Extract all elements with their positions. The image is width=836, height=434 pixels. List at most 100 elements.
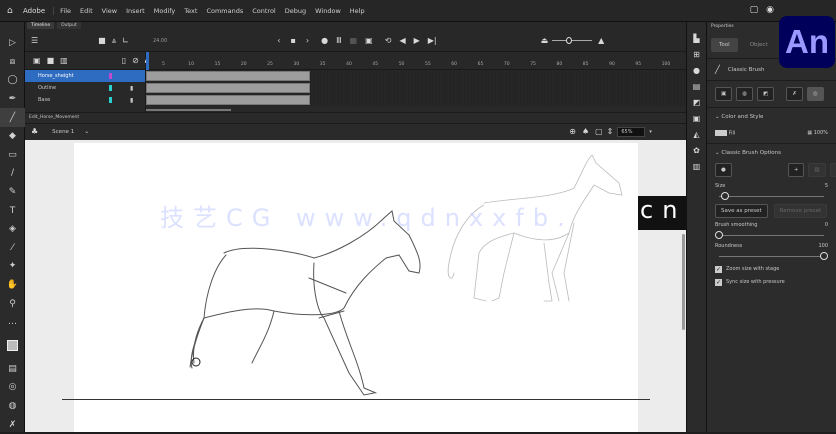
- layer-options-icon[interactable]: ☰: [31, 36, 38, 45]
- hand-tool-icon[interactable]: ✋: [0, 276, 25, 295]
- remove-preset-button[interactable]: Remove preset: [773, 203, 828, 218]
- smoothing-slider[interactable]: [715, 230, 828, 239]
- parenting-icon[interactable]: ∟: [122, 36, 129, 45]
- object-drawing-icon[interactable]: ▤: [0, 360, 25, 379]
- edit-symbols-icon[interactable]: ♠: [582, 127, 589, 136]
- home-icon[interactable]: ⌂: [7, 6, 17, 16]
- layer-row[interactable]: Base ▮: [25, 94, 145, 106]
- visibility-icon[interactable]: ⊘: [132, 56, 139, 65]
- highlight-icon[interactable]: ▯: [122, 56, 126, 65]
- clip-icon[interactable]: ▢: [595, 127, 603, 136]
- step-back-icon[interactable]: ◀: [399, 36, 405, 45]
- line-tool-icon[interactable]: /: [0, 164, 25, 183]
- insert-keyframe-icon[interactable]: ▪: [290, 36, 295, 45]
- object-drawing-button[interactable]: ▣: [715, 87, 733, 101]
- smoothing-icon[interactable]: ◍: [0, 397, 25, 416]
- scene-selector[interactable]: Scene 1: [52, 129, 74, 135]
- roundness-slider[interactable]: [715, 251, 828, 260]
- onion-skin-icon[interactable]: ●: [321, 36, 328, 45]
- zoom-in-timeline-icon[interactable]: ▲: [598, 36, 604, 45]
- brush-shape-button[interactable]: ●: [715, 162, 732, 177]
- components-icon[interactable]: ✿: [693, 146, 700, 155]
- pencil-tool-icon[interactable]: ✎: [0, 183, 25, 202]
- fill-swatch[interactable]: [715, 130, 727, 136]
- zoom-tool-icon[interactable]: ⚲: [0, 294, 25, 313]
- tween-icon[interactable]: ▦: [350, 36, 358, 45]
- brush-options-header[interactable]: ⌄ Classic Brush Options: [715, 150, 828, 156]
- new-folder-icon[interactable]: ■: [47, 56, 55, 65]
- snap-icon[interactable]: ◎: [0, 378, 25, 397]
- more-tools-icon[interactable]: …: [0, 313, 25, 332]
- lasso-tool-icon[interactable]: ◯: [0, 71, 25, 90]
- workspace-icon[interactable]: ▢: [750, 5, 759, 15]
- layer-color-swatch[interactable]: [109, 97, 112, 103]
- tab-output[interactable]: Output: [57, 22, 81, 29]
- layer-name[interactable]: Horse_sheight: [38, 73, 74, 79]
- step-forward-icon[interactable]: ▶|: [428, 36, 437, 45]
- brush-mode-button[interactable]: ◍: [736, 87, 754, 101]
- tab-timeline[interactable]: Timeline: [27, 22, 55, 29]
- center-stage-icon[interactable]: ⊕: [569, 127, 576, 136]
- align-panel-icon[interactable]: ⊞: [693, 50, 700, 59]
- share-icon[interactable]: ◉: [766, 5, 774, 15]
- layer-color-swatch[interactable]: [109, 85, 112, 91]
- menu-view[interactable]: View: [102, 7, 117, 15]
- assets-panel-icon[interactable]: ◩: [693, 98, 701, 107]
- zoom-size-checkbox[interactable]: ✓ Zoom size with stage: [715, 265, 828, 273]
- menu-insert[interactable]: Insert: [126, 7, 145, 15]
- text-tool-icon[interactable]: T: [0, 201, 25, 220]
- color-style-header[interactable]: ⌄ Color and Style: [715, 114, 828, 120]
- add-brush-button[interactable]: +: [787, 162, 805, 177]
- frame-ruler[interactable]: 5 10 15 20 25 30 35 40 45 50 55 60 65 70 75 80 85 90 95 100: [146, 52, 686, 70]
- roundness-value[interactable]: 100: [818, 243, 828, 249]
- layer-row[interactable]: Horse_sheight: [25, 70, 145, 82]
- layer-name[interactable]: Outline: [38, 85, 56, 91]
- size-value[interactable]: 5: [825, 183, 828, 189]
- menu-window[interactable]: Window: [315, 7, 341, 15]
- edit-multiple-frames-icon[interactable]: Ⅲ: [336, 36, 342, 45]
- menu-help[interactable]: Help: [350, 7, 365, 15]
- color-panel-icon[interactable]: ●: [693, 66, 700, 75]
- frame-picker-icon[interactable]: ▥: [693, 162, 701, 171]
- lock-icon[interactable]: ▮: [130, 97, 133, 104]
- document-tab[interactable]: Edit_Horse_Movement: [25, 113, 686, 123]
- selection-tool-icon[interactable]: ▷: [0, 34, 25, 53]
- new-layer-icon[interactable]: ▣: [33, 56, 41, 65]
- menu-control[interactable]: Control: [252, 7, 276, 15]
- timeline-scrollbar[interactable]: [146, 109, 231, 111]
- pressure-button[interactable]: ✗: [786, 87, 803, 101]
- frame-span[interactable]: [146, 83, 310, 93]
- tab-tool[interactable]: Tool: [711, 38, 738, 52]
- loop-icon[interactable]: ⟲: [385, 36, 392, 45]
- properties-panel-icon[interactable]: ▙: [693, 34, 699, 43]
- free-transform-tool-icon[interactable]: ⧈: [0, 53, 25, 72]
- delete-layer-icon[interactable]: ▥: [60, 56, 68, 65]
- next-keyframe-icon[interactable]: ›: [306, 36, 309, 45]
- zoom-dropdown-icon[interactable]: ▾: [649, 129, 652, 135]
- zoom-field[interactable]: 65%: [617, 126, 646, 137]
- prev-keyframe-icon[interactable]: ‹: [277, 36, 280, 45]
- menu-file[interactable]: File: [60, 7, 71, 15]
- fps-display[interactable]: 24.00: [153, 38, 167, 44]
- eraser-tool-icon[interactable]: ◆: [0, 127, 25, 146]
- layer-depth-icon[interactable]: ⩓: [112, 36, 117, 46]
- fill-opacity[interactable]: 100%: [814, 130, 828, 136]
- center-frame-icon[interactable]: ▣: [365, 36, 373, 45]
- zoom-out-timeline-icon[interactable]: ⏏: [541, 36, 549, 45]
- eyedropper-icon[interactable]: ⁄: [0, 239, 25, 258]
- menu-commands[interactable]: Commands: [206, 7, 243, 15]
- rotate-icon[interactable]: ⇕: [607, 127, 614, 136]
- timeline-zoom-slider[interactable]: [552, 37, 593, 44]
- frames-area[interactable]: 5 10 15 20 25 30 35 40 45 50 55 60 65 70 75 80 85 90 95 100: [146, 52, 686, 112]
- edit-brush-button[interactable]: ✎: [829, 162, 836, 177]
- menu-edit[interactable]: Edit: [80, 7, 93, 15]
- brush-tool-icon[interactable]: ╱: [0, 108, 25, 127]
- tab-object[interactable]: Object: [742, 38, 776, 52]
- rectangle-tool-icon[interactable]: ▭: [0, 146, 25, 165]
- paint-bucket-icon[interactable]: ◈: [0, 220, 25, 239]
- lock-icon[interactable]: ▮: [130, 85, 133, 92]
- layer-color-swatch[interactable]: [109, 73, 112, 79]
- menu-text[interactable]: Text: [184, 7, 197, 15]
- brush-mode-icon[interactable]: ✗: [0, 415, 25, 434]
- smoothing-value[interactable]: 0: [825, 222, 828, 228]
